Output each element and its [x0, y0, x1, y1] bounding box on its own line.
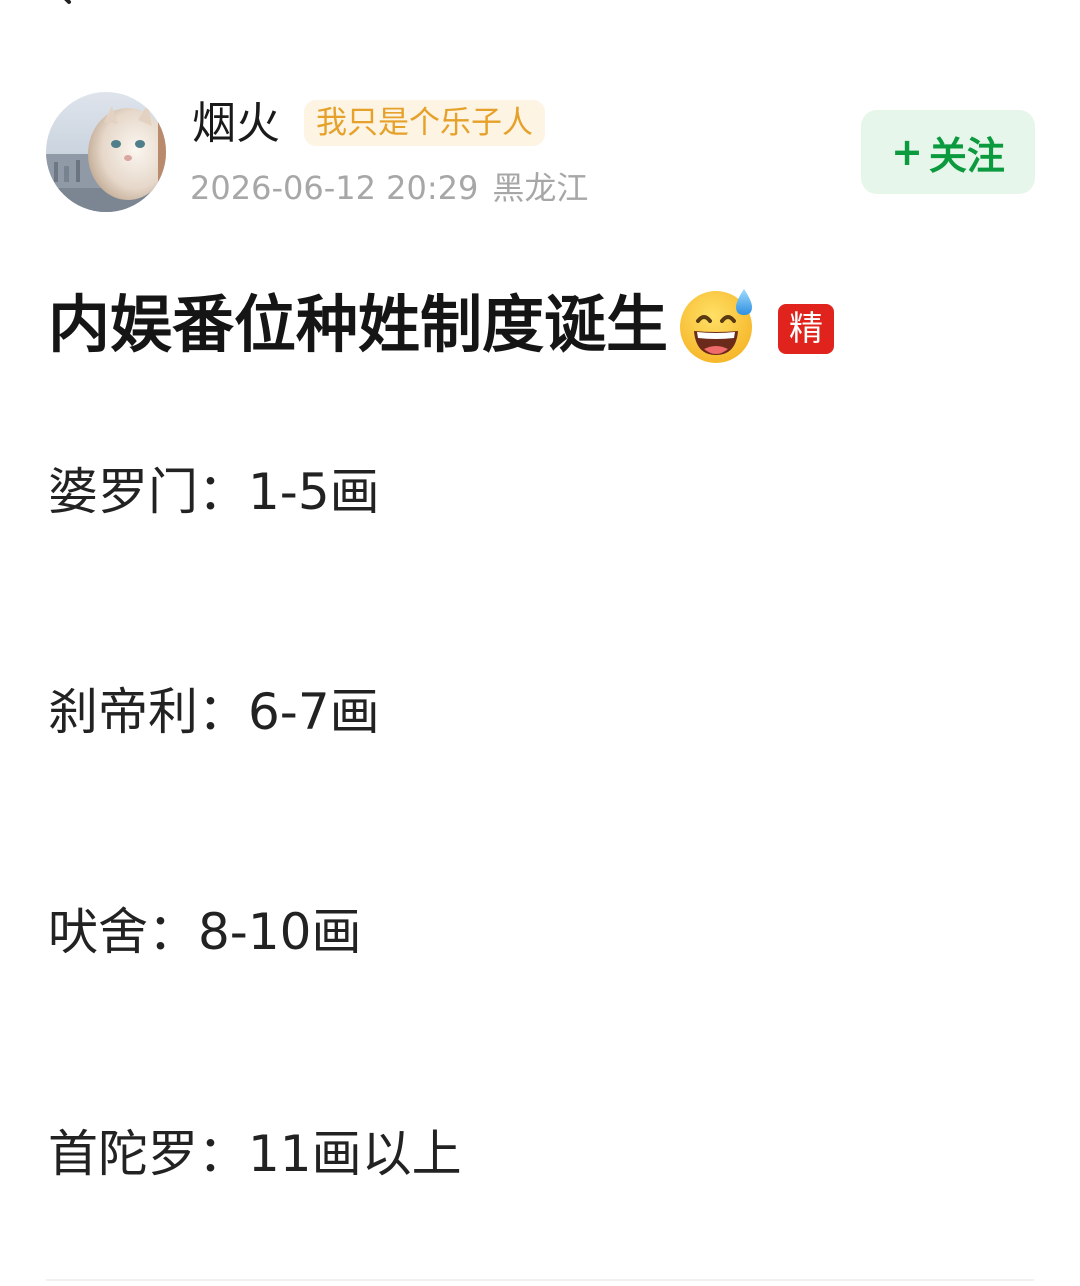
content-line: 吠舍：8-10画: [48, 903, 362, 961]
featured-badge: 精: [778, 304, 835, 354]
author-header: 烟火 我只是个乐子人 2026-06-12 20:29 黑龙江 + 关注: [46, 92, 1036, 214]
content-line: 婆罗门：1-5画: [48, 463, 380, 521]
author-name[interactable]: 烟火: [192, 96, 280, 152]
follow-button[interactable]: + 关注: [861, 110, 1035, 194]
post-time: 2026-06-12 20:29: [190, 169, 479, 207]
post-title: 内娱番位种姓制度诞生 精: [48, 282, 835, 368]
author-tag-badge: 我只是个乐子人: [304, 100, 545, 146]
avatar[interactable]: [46, 92, 166, 212]
divider: [46, 1279, 1034, 1281]
back-arrow-icon[interactable]: [44, 0, 84, 12]
content-line: 首陀罗：11画以上: [48, 1125, 462, 1183]
grinning-face-with-sweat-icon: [678, 285, 758, 365]
follow-button-label: 关注: [928, 133, 1005, 178]
post-meta: 2026-06-12 20:29 黑龙江: [190, 168, 588, 208]
plus-icon: +: [891, 130, 923, 174]
post-location: 黑龙江: [492, 169, 589, 207]
post-title-text: 内娱番位种姓制度诞生: [48, 288, 669, 361]
content-line: 刹帝利：6-7画: [48, 683, 380, 741]
